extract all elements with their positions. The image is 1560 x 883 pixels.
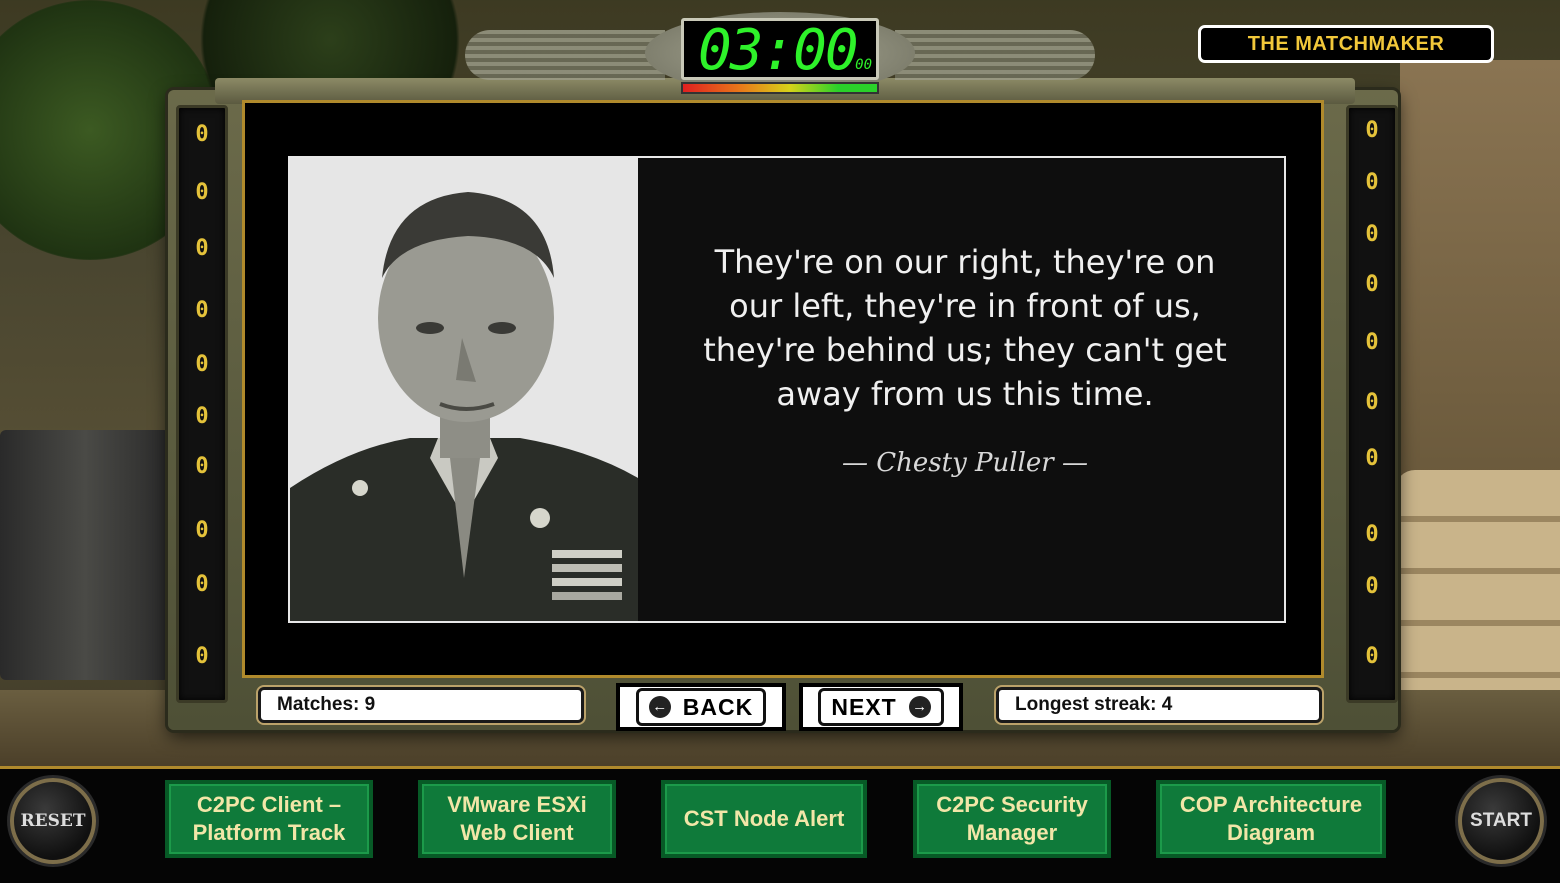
start-button[interactable]: START [1458,778,1544,864]
topic-card-2[interactable]: VMware ESXi Web Client [418,780,616,858]
left-score-cell: 0 [195,644,209,669]
topic-card-3[interactable]: CST Node Alert [661,780,867,858]
next-button[interactable]: NEXT → [799,683,963,731]
portrait-photo [290,158,638,621]
right-score-cell: 0 [1365,330,1379,355]
left-score-cell: 0 [195,122,209,147]
right-score-cell: 0 [1365,522,1379,547]
left-score-column: 0 0 0 0 0 0 0 0 0 0 0 [176,105,228,703]
timer-panel: 03:00 00 [465,12,1095,94]
right-score-cell: 0 [1365,272,1379,297]
portrait-illustration [290,158,638,621]
left-score-cell: 0 [195,352,209,377]
right-score-cell: 0 [1365,170,1379,195]
right-score-cell: 0 [1365,118,1379,143]
barrel [0,430,170,680]
quote-card[interactable]: They're on our right, they're on our lef… [288,156,1286,623]
wooden-structure [1400,60,1560,480]
reset-button-label: RESET [20,811,86,831]
right-score-cell: 0 [1365,222,1379,247]
arrow-left-icon: ← [648,696,671,718]
quote-author: — Chesty Puller — [842,448,1088,478]
next-button-label: NEXT [831,693,897,720]
left-score-cell: 0 [195,454,209,479]
right-score-cell: 0 [1365,574,1379,599]
game-title: THE MATCHMAKER [1198,25,1494,63]
back-button-label: BACK [682,693,754,720]
right-score-column: 0 0 0 0 0 0 0 0 0 0 0 [1346,105,1398,703]
matches-counter: Matches: 9 [258,687,584,723]
start-button-label: START [1470,810,1532,831]
left-score-cell: 0 [195,404,209,429]
time-gradient-bar [681,82,879,94]
left-wing-ornament [465,30,665,80]
arrow-right-icon: → [908,696,931,718]
topic-card-4[interactable]: C2PC Security Manager [913,780,1111,858]
timer-centiseconds: 00 [855,57,872,73]
left-score-cell: 0 [195,180,209,205]
topic-card-1[interactable]: C2PC Client – Platform Track [165,780,373,858]
longest-streak-counter: Longest streak: 4 [996,687,1322,723]
left-score-cell: 0 [195,236,209,261]
left-score-cell: 0 [195,518,209,543]
right-wing-ornament [895,30,1095,80]
right-score-cell: 0 [1365,446,1379,471]
left-score-cell: 0 [195,298,209,323]
left-score-cell: 0 [195,572,209,597]
timer-digits: 03:00 [698,18,859,80]
quote-text: They're on our right, they're on our lef… [703,243,1227,413]
right-score-cell: 0 [1365,390,1379,415]
topic-card-5[interactable]: COP Architecture Diagram [1156,780,1386,858]
right-score-cell: 0 [1365,644,1379,669]
reset-button[interactable]: RESET [10,778,96,864]
countdown-timer: 03:00 00 [681,18,879,80]
back-button[interactable]: ← BACK [616,683,786,731]
